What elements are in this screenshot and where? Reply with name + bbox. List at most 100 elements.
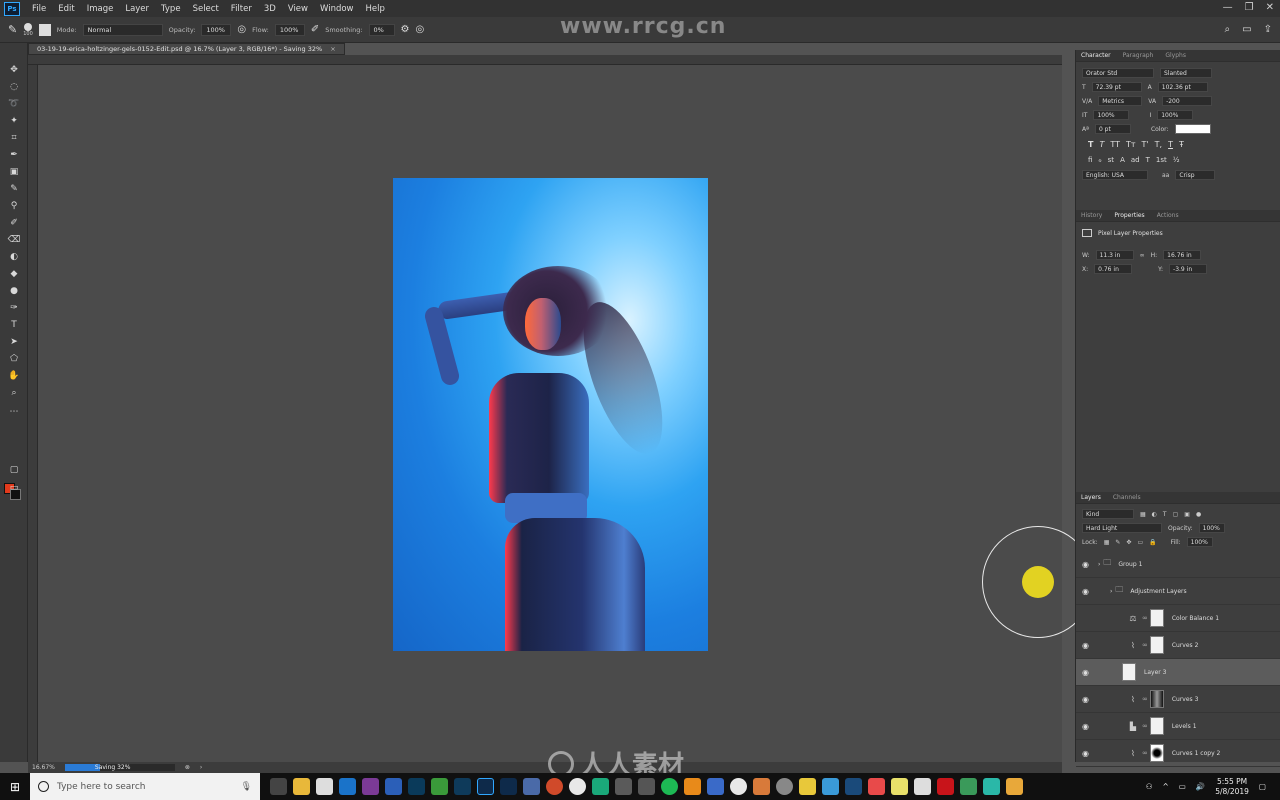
brush-tool-icon[interactable]: ✎ <box>6 182 22 196</box>
brush-panel-icon[interactable] <box>38 23 51 36</box>
history-brush-tool-icon[interactable]: ✐ <box>6 216 22 230</box>
app-3-icon[interactable] <box>707 778 724 795</box>
y-input[interactable]: -3.9 in <box>1169 264 1208 274</box>
pressure-opacity-icon[interactable]: ◎ <box>237 24 246 35</box>
smoothing-settings-icon[interactable]: ⚙ <box>401 24 410 35</box>
menu-select[interactable]: Select <box>187 4 225 14</box>
menu-image[interactable]: Image <box>81 4 120 14</box>
blur-tool-icon[interactable]: ◆ <box>6 267 22 281</box>
menu-3d[interactable]: 3D <box>258 4 282 14</box>
layer-row-color-balance-1[interactable]: ⚖ ∞ Color Balance 1 <box>1076 605 1280 632</box>
photoshop-taskbar-icon[interactable] <box>477 778 494 795</box>
layer-fill-input[interactable]: 100% <box>1186 537 1213 547</box>
pressure-size-icon[interactable]: ◎ <box>416 24 425 35</box>
photoshop-2-icon[interactable] <box>500 778 517 795</box>
eraser-tool-icon[interactable]: ⌫ <box>6 233 22 247</box>
lock-artboard-icon[interactable]: ▭ <box>1137 539 1143 546</box>
close-icon[interactable]: ✕ <box>1266 2 1274 13</box>
microphone-icon[interactable]: 🎙 <box>241 782 252 792</box>
app-8-icon[interactable] <box>868 778 885 795</box>
word-icon[interactable] <box>385 778 402 795</box>
superscript-button[interactable]: T' <box>1142 140 1149 149</box>
tree-app-icon[interactable] <box>592 778 609 795</box>
tab-history[interactable]: History <box>1081 212 1102 219</box>
app-icon[interactable] <box>523 778 540 795</box>
smoothing-input[interactable]: 0% <box>368 23 395 36</box>
link-dimensions-icon[interactable]: ∞ <box>1140 252 1145 259</box>
faux-italic-button[interactable]: T <box>1099 140 1104 149</box>
close-tab-icon[interactable]: × <box>330 45 335 53</box>
leading-input[interactable]: 102.36 pt <box>1157 82 1208 92</box>
stamp-tool-icon[interactable]: ⚲ <box>6 199 22 213</box>
stylistic-alternates-button[interactable]: ad <box>1131 156 1140 164</box>
layer-row-curves-3[interactable]: ◉ ⌇ ∞ Curves 3 <box>1076 686 1280 713</box>
flow-input[interactable]: 100% <box>274 23 305 36</box>
lock-position-icon[interactable]: ✥ <box>1126 539 1131 546</box>
taskbar-search[interactable]: Type here to search 🎙 <box>30 773 260 800</box>
zoom-tool-icon[interactable]: ⌕ <box>6 386 22 400</box>
kerning-select[interactable]: Metrics <box>1098 96 1143 106</box>
camera-raw-icon[interactable] <box>408 778 425 795</box>
outlook-icon[interactable] <box>339 778 356 795</box>
layer-opacity-input[interactable]: 100% <box>1198 523 1225 533</box>
mask-link-icon[interactable]: ∞ <box>1142 641 1148 649</box>
lock-all-icon[interactable]: 🔒 <box>1149 539 1156 546</box>
spotify-icon[interactable] <box>661 778 678 795</box>
layer-row-adjustment-layers[interactable]: ◉ › 🗀 Adjustment Layers <box>1076 578 1280 605</box>
quick-mask-icon[interactable]: ▢ <box>6 463 22 477</box>
lightroom-icon[interactable] <box>454 778 471 795</box>
visibility-eye-icon[interactable]: ◉ <box>1082 587 1089 596</box>
layer-mask-thumbnail[interactable] <box>1149 609 1164 627</box>
tracking-input[interactable]: -200 <box>1162 96 1213 106</box>
horizontal-scale-input[interactable]: 100% <box>1157 110 1194 120</box>
opacity-input[interactable]: 100% <box>201 23 232 36</box>
layer-row-group-1[interactable]: ◉ › 🗀 Group 1 <box>1076 551 1280 578</box>
swash-button[interactable]: A <box>1120 156 1125 164</box>
visibility-eye-icon[interactable]: ◉ <box>1082 641 1089 650</box>
maximize-icon[interactable]: ❐ <box>1245 2 1254 13</box>
notes-icon[interactable] <box>431 778 448 795</box>
zoom-level[interactable]: 16.67% <box>32 764 55 771</box>
visibility-eye-icon[interactable]: ◉ <box>1082 668 1089 677</box>
device-icon[interactable] <box>615 778 632 795</box>
canvas-area[interactable] <box>38 65 1062 762</box>
clock-app-icon[interactable] <box>730 778 747 795</box>
app-2-icon[interactable] <box>638 778 655 795</box>
mask-link-icon[interactable]: ∞ <box>1142 722 1148 730</box>
eyedropper-tool-icon[interactable]: ✒ <box>6 148 22 162</box>
language-select[interactable]: English: USA <box>1082 170 1148 180</box>
layer-mask-thumbnail[interactable] <box>1149 717 1164 735</box>
layer-row-levels-1[interactable]: ◉ ▙ ∞ Levels 1 <box>1076 713 1280 740</box>
small-caps-button[interactable]: Tт <box>1126 140 1136 149</box>
filter-toggle-icon[interactable]: ● <box>1196 511 1201 518</box>
layer-mask-thumbnail[interactable] <box>1149 690 1164 708</box>
onenote-icon[interactable] <box>362 778 379 795</box>
layer-row-layer-3[interactable]: ◉ Layer 3 <box>1076 659 1280 686</box>
app-12-icon[interactable] <box>1006 778 1023 795</box>
menu-window[interactable]: Window <box>314 4 360 14</box>
share-icon[interactable]: ⇪ <box>1264 24 1272 35</box>
visibility-eye-icon[interactable]: ◉ <box>1082 749 1089 758</box>
type-tool-icon[interactable]: T <box>6 318 22 332</box>
document-tab[interactable]: 03-19-19-erica-holtzinger-gels-0152-Edit… <box>28 43 345 55</box>
x-input[interactable]: 0.76 in <box>1094 264 1133 274</box>
app-5-icon[interactable] <box>776 778 793 795</box>
tab-channels[interactable]: Channels <box>1113 494 1141 501</box>
brush-preset-picker[interactable]: 100 <box>23 22 33 37</box>
filter-smart-icon[interactable]: ▣ <box>1184 511 1190 518</box>
tab-glyphs[interactable]: Glyphs <box>1165 52 1186 59</box>
height-input[interactable]: 16.76 in <box>1163 250 1202 260</box>
marquee-tool-icon[interactable]: ◌ <box>6 80 22 94</box>
taskbar-clock[interactable]: 5:55 PM 5/8/2019 <box>1215 777 1249 797</box>
text-color-swatch[interactable] <box>1174 124 1211 134</box>
menu-view[interactable]: View <box>282 4 314 14</box>
lock-pixels-icon[interactable]: ✎ <box>1115 539 1120 546</box>
faux-bold-button[interactable]: T <box>1088 140 1093 149</box>
netflix-icon[interactable] <box>937 778 954 795</box>
quick-select-tool-icon[interactable]: ✦ <box>6 114 22 128</box>
status-arrow-icon[interactable]: › <box>200 764 202 771</box>
menu-layer[interactable]: Layer <box>119 4 155 14</box>
titling-alternates-button[interactable]: T <box>1146 156 1150 164</box>
layer-row-curves-1-copy-2[interactable]: ◉ ⌇ ∞ Curves 1 copy 2 <box>1076 740 1280 767</box>
mask-link-icon[interactable]: ∞ <box>1142 695 1148 703</box>
